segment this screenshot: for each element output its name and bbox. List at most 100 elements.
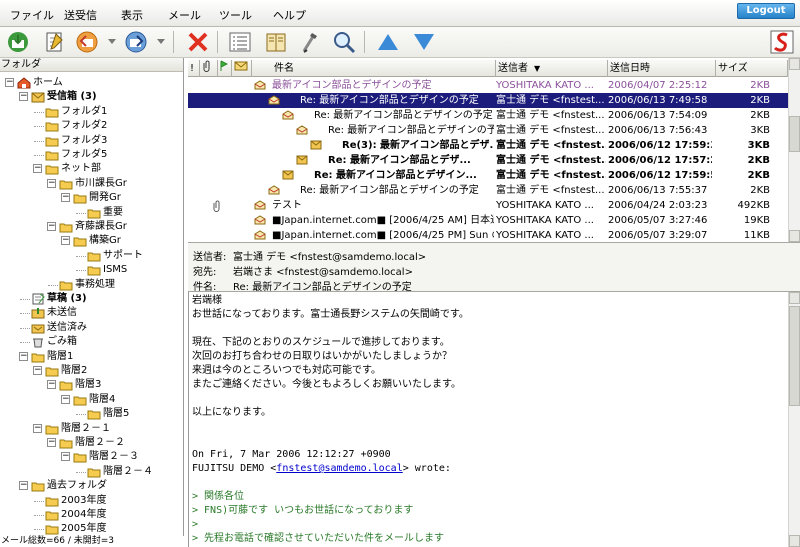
- list-view-icon[interactable]: [228, 30, 252, 54]
- menu-help[interactable]: ヘルプ: [273, 7, 306, 23]
- address-book-icon[interactable]: [264, 30, 288, 54]
- folder-item[interactable]: − 斉藤課長Gr: [0, 220, 183, 234]
- settings-icon[interactable]: [298, 30, 322, 54]
- col-mark-header[interactable]: [218, 60, 232, 77]
- folder-item[interactable]: 草稿 (3): [0, 292, 183, 306]
- col-flag-header[interactable]: !: [188, 60, 200, 77]
- folder-item[interactable]: − 受信箱 (3): [0, 90, 183, 104]
- reply-dropdown-icon[interactable]: [108, 37, 116, 45]
- message-row[interactable]: 最新アイコン部品とデザインの予定 YOSHITAKA KATO ... 2006/0…: [188, 78, 788, 93]
- collapse-icon[interactable]: −: [33, 164, 42, 174]
- message-size: 2KB: [747, 155, 770, 166]
- folder-item[interactable]: 2003年度: [0, 494, 183, 508]
- scroll-thumb[interactable]: [789, 306, 800, 406]
- collapse-icon[interactable]: −: [19, 481, 28, 491]
- folder-item[interactable]: 2005年度: [0, 522, 183, 536]
- forward-icon[interactable]: [124, 30, 148, 54]
- collapse-icon[interactable]: −: [19, 92, 28, 102]
- folder-item[interactable]: サポート: [0, 249, 183, 263]
- receive-icon[interactable]: [6, 30, 30, 54]
- message-row[interactable]: Re(3): 最新アイコン部品とデザ... 富士通 デモ <fnstest... 2…: [188, 138, 788, 153]
- message-row[interactable]: Re: 最新アイコン部品とデザインの予定 富士通 デモ <fnstest... 20…: [188, 108, 788, 123]
- folder-item[interactable]: − ホーム: [0, 76, 183, 90]
- collapse-icon[interactable]: −: [47, 438, 56, 447]
- folder-item[interactable]: 事務処理: [0, 278, 183, 292]
- folder-item[interactable]: − 階層２－２: [0, 436, 183, 450]
- col-attach-header[interactable]: [200, 60, 218, 77]
- folder-item[interactable]: 送信済み: [0, 321, 183, 335]
- folder-label: 階層２－３: [89, 451, 139, 463]
- collapse-icon[interactable]: −: [61, 236, 70, 246]
- reply-icon[interactable]: [75, 30, 99, 54]
- message-row[interactable]: Re: 最新アイコン部品とデザ... 富士通 デモ <fnstest... 2006…: [188, 153, 788, 168]
- folder-item[interactable]: 階層２－４: [0, 465, 183, 479]
- message-row[interactable]: テスト YOSHITAKA KATO ... 2006/04/24 2:03:23 4…: [188, 198, 788, 213]
- folder-item[interactable]: − 階層4: [0, 393, 183, 407]
- message-list-scrollbar[interactable]: [788, 58, 800, 242]
- delete-icon[interactable]: [186, 30, 210, 54]
- compose-icon[interactable]: [42, 30, 66, 54]
- collapse-icon[interactable]: −: [61, 452, 70, 462]
- message-subject: Re: 最新アイコン部品とデザインの予定: [300, 95, 479, 106]
- collapse-icon[interactable]: −: [61, 193, 70, 203]
- menu-file[interactable]: ファイル: [10, 7, 54, 23]
- scroll-down-icon[interactable]: [789, 535, 800, 547]
- scroll-up-icon[interactable]: [789, 58, 800, 70]
- collapse-icon[interactable]: −: [47, 380, 56, 390]
- logout-button[interactable]: Logout: [737, 3, 795, 19]
- folder-item[interactable]: − 階層3: [0, 378, 183, 392]
- message-row[interactable]: Re: 最新アイコン部品とデザインの予定 富士通 デモ <fnstest... 20…: [188, 183, 788, 198]
- tree-connector: [20, 313, 30, 315]
- folder-item[interactable]: 2004年度: [0, 508, 183, 522]
- message-row[interactable]: Re: 最新アイコン部品とデザインの予定 富士通 デモ <fnstest... 20…: [188, 123, 788, 138]
- folder-item[interactable]: フォルダ2: [0, 119, 183, 133]
- collapse-icon[interactable]: −: [47, 178, 56, 188]
- message-row[interactable]: ■Japan.internet.com■ [2006/4/25 PM] Sun …: [188, 228, 788, 242]
- folder-item[interactable]: フォルダ1: [0, 105, 183, 119]
- folder-item[interactable]: − ネット部: [0, 162, 183, 176]
- message-row[interactable]: ■Japan.internet.com■ [2006/4/25 AM] 日本通.…: [188, 213, 788, 228]
- col-subject-header[interactable]: 件名: [272, 60, 496, 77]
- message-row[interactable]: Re: 最新アイコン部品とデザインの予定 富士通 デモ <fnstest... 20…: [188, 93, 788, 108]
- folder-item[interactable]: − 市川課長Gr: [0, 177, 183, 191]
- folder-item[interactable]: − 開発Gr: [0, 191, 183, 205]
- message-body-scrollbar[interactable]: [788, 292, 800, 547]
- col-size-header[interactable]: サイズ: [716, 60, 788, 77]
- folder-item[interactable]: − 階層2: [0, 364, 183, 378]
- menu-mail[interactable]: メール: [168, 7, 201, 23]
- forward-dropdown-icon[interactable]: [157, 37, 165, 45]
- folder-item[interactable]: フォルダ3: [0, 134, 183, 148]
- col-from-header[interactable]: 送信者 ▼: [496, 60, 608, 77]
- folder-item[interactable]: 重要: [0, 206, 183, 220]
- collapse-icon[interactable]: −: [47, 222, 56, 231]
- folder-item[interactable]: − 階層２－１: [0, 422, 183, 436]
- scroll-up-icon[interactable]: [789, 292, 800, 304]
- folder-item[interactable]: 未送信: [0, 306, 183, 320]
- folder-item[interactable]: − 構築Gr: [0, 234, 183, 248]
- collapse-icon[interactable]: −: [5, 78, 14, 87]
- prev-arrow-icon[interactable]: [376, 30, 400, 54]
- search-icon[interactable]: [332, 30, 356, 54]
- collapse-icon[interactable]: −: [19, 351, 28, 361]
- folder-item[interactable]: − 過去フォルダ: [0, 479, 183, 493]
- scroll-down-icon[interactable]: [789, 230, 800, 242]
- menu-send-receive[interactable]: 送受信: [64, 7, 97, 23]
- collapse-icon[interactable]: −: [33, 423, 42, 433]
- folder-item[interactable]: ISMS: [0, 263, 183, 277]
- folder-item[interactable]: 階層5: [0, 407, 183, 421]
- collapse-icon[interactable]: −: [33, 366, 42, 375]
- folder-item[interactable]: ごみ箱: [0, 335, 183, 349]
- folder-item[interactable]: − 階層1: [0, 350, 183, 364]
- col-read-header[interactable]: [232, 60, 252, 77]
- email-link[interactable]: fnstest@samdemo.local: [276, 463, 402, 474]
- menu-tools[interactable]: ツール: [219, 7, 252, 23]
- col-date-header[interactable]: 送信日時: [608, 60, 716, 77]
- folder-item[interactable]: − 階層２－３: [0, 450, 183, 464]
- scroll-thumb[interactable]: [789, 116, 800, 152]
- menu-view[interactable]: 表示: [121, 7, 143, 23]
- collapse-icon[interactable]: −: [61, 394, 70, 404]
- message-row[interactable]: Re: 最新アイコン部品とデザイン... 富士通 デモ <fnstest... 20…: [188, 168, 788, 183]
- folder-item[interactable]: フォルダ5: [0, 148, 183, 162]
- next-arrow-icon[interactable]: [412, 30, 436, 54]
- folder-icon: [59, 180, 73, 190]
